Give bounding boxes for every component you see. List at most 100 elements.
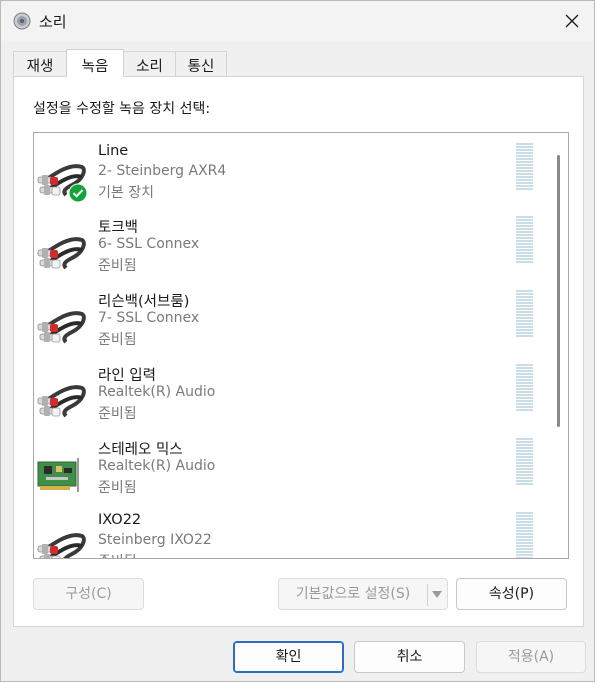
meter-segment [516, 459, 533, 461]
meter-segment [516, 246, 533, 248]
meter-segment [516, 539, 533, 541]
meter-segment [516, 385, 533, 387]
meter-segment [516, 152, 533, 154]
meter-segment [516, 391, 533, 393]
device-list[interactable]: Line 2- Steinberg AXR4 기본 장치 토크백 6- SSL … [33, 132, 569, 559]
level-meter [516, 364, 533, 413]
level-meter [516, 438, 533, 487]
close-icon [565, 14, 579, 28]
set-default-label: 기본값으로 설정(S) [295, 586, 411, 602]
meter-segment [516, 403, 533, 405]
close-button[interactable] [558, 7, 586, 35]
device-description: 2- Steinberg AXR4 [98, 163, 227, 179]
meter-segment [516, 302, 533, 304]
cancel-button[interactable]: 취소 [354, 641, 465, 673]
tab-sounds[interactable]: 소리 [123, 51, 176, 76]
meter-segment [516, 176, 533, 178]
meter-segment [516, 320, 533, 322]
meter-segment [516, 521, 533, 523]
list-item[interactable]: Line 2- Steinberg AXR4 기본 장치 [34, 143, 534, 217]
meter-segment [516, 182, 533, 184]
tab-playback[interactable]: 재생 [13, 51, 67, 76]
meter-segment [516, 296, 533, 298]
meter-segment [516, 450, 533, 452]
meter-segment [516, 382, 533, 384]
meter-segment [516, 542, 533, 544]
chevron-down-icon[interactable] [432, 591, 442, 598]
meter-segment [516, 530, 533, 532]
list-scrollbar[interactable] [557, 155, 560, 427]
meter-segment [516, 527, 533, 529]
meter-segment [516, 518, 533, 520]
meter-segment [516, 293, 533, 295]
meter-segment [516, 388, 533, 390]
device-name: 스테레오 믹스 [98, 442, 183, 458]
properties-button[interactable]: 속성(P) [456, 578, 567, 610]
device-name: 토크백 [98, 220, 139, 236]
meter-segment [516, 326, 533, 328]
meter-segment [516, 465, 533, 467]
meter-segment [516, 515, 533, 517]
ok-button[interactable]: 확인 [233, 641, 344, 673]
meter-segment [516, 468, 533, 470]
apply-button[interactable]: 적용(A) [476, 641, 586, 673]
meter-segment [516, 462, 533, 464]
meter-segment [516, 536, 533, 538]
tab-communications[interactable]: 통신 [175, 51, 227, 76]
meter-segment [516, 155, 533, 157]
meter-segment [516, 551, 533, 553]
meter-segment [516, 329, 533, 331]
meter-segment [516, 400, 533, 402]
meter-segment [516, 441, 533, 443]
sound-dialog: 소리 재생 녹음 소리 통신 설정을 수정할 녹음 장치 선택: Line 2-… [0, 0, 595, 682]
meter-segment [516, 222, 533, 224]
meter-segment [516, 146, 533, 148]
instruction-label: 설정을 수정할 녹음 장치 선택: [33, 101, 211, 117]
level-meter [516, 216, 533, 265]
meter-segment [516, 483, 533, 485]
meter-segment [516, 480, 533, 482]
rca-cable-icon [37, 533, 86, 558]
device-status: 준비됨 [98, 258, 137, 274]
list-item[interactable]: 리슨백(서브룸) 7- SSL Connex 준비됨 [34, 290, 534, 364]
device-description: Realtek(R) Audio [98, 458, 216, 474]
list-item[interactable]: 스테레오 믹스 Realtek(R) Audio 준비됨 [34, 438, 534, 512]
device-name: 리슨백(서브룸) [98, 294, 190, 310]
device-description: Realtek(R) Audio [98, 384, 216, 400]
level-meter [516, 512, 533, 558]
meter-segment [516, 373, 533, 375]
list-item[interactable]: 토크백 6- SSL Connex 준비됨 [34, 216, 534, 290]
meter-segment [516, 161, 533, 163]
meter-segment [516, 367, 533, 369]
meter-segment [516, 261, 533, 263]
list-item[interactable]: IXO22 Steinberg IXO22 준비됨 [34, 512, 534, 558]
meter-segment [516, 317, 533, 319]
meter-segment [516, 299, 533, 301]
meter-segment [516, 323, 533, 325]
meter-segment [516, 453, 533, 455]
meter-segment [516, 311, 533, 313]
meter-segment [516, 164, 533, 166]
meter-segment [516, 228, 533, 230]
meter-segment [516, 438, 533, 440]
meter-segment [516, 243, 533, 245]
meter-segment [516, 557, 533, 558]
meter-segment [516, 290, 533, 292]
list-item[interactable]: 라인 입력 Realtek(R) Audio 준비됨 [34, 364, 534, 438]
rca-cable-icon [37, 385, 86, 418]
meter-segment [516, 231, 533, 233]
meter-segment [516, 234, 533, 236]
meter-segment [516, 444, 533, 446]
level-meter [516, 290, 533, 339]
meter-segment [516, 533, 533, 535]
meter-segment [516, 370, 533, 372]
configure-button[interactable]: 구성(C) [33, 578, 144, 610]
meter-segment [516, 143, 533, 145]
rca-cable-icon [37, 311, 86, 344]
default-check-icon [68, 183, 88, 203]
meter-segment [516, 524, 533, 526]
meter-segment [516, 545, 533, 547]
set-default-button[interactable]: 기본값으로 설정(S) [278, 578, 448, 610]
tab-recording[interactable]: 녹음 [66, 49, 124, 77]
meter-segment [516, 255, 533, 257]
